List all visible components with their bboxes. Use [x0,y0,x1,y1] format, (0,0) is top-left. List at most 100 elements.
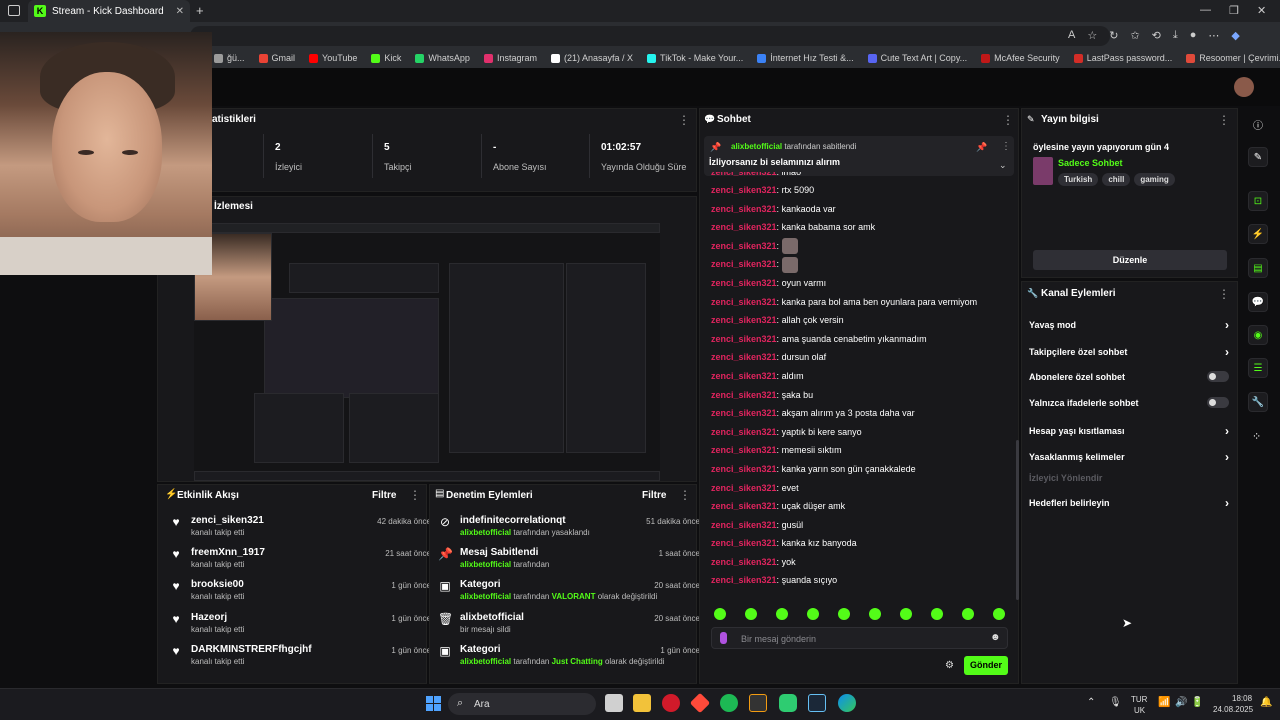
chat-message[interactable]: zenci_siken321: şuanda sıçıyo [711,571,1011,590]
language-top[interactable]: TUR [1131,695,1147,704]
moderation-item[interactable]: ▣ Kategori alixbetofficial tarafından VALO… [438,579,700,601]
more-icon[interactable]: ⋯ [1208,29,1219,42]
emote-icon[interactable] [807,608,819,620]
emote-icon[interactable] [838,608,850,620]
stream-preview[interactable] [194,223,660,481]
bookmark-item[interactable]: Resoomer | Çevrimi... [1186,53,1280,63]
chat-username[interactable]: zenci_siken321 [711,315,777,325]
wifi-icon[interactable]: 📶 [1158,697,1170,708]
spotify-icon[interactable] [720,694,738,712]
chat-message[interactable]: zenci_siken321: uçak düşer amk [711,497,1011,516]
chat-message[interactable]: zenci_siken321: gusül [711,516,1011,535]
sidebar-moderation-icon[interactable]: ⊡ [1248,191,1268,211]
chat-message[interactable]: zenci_siken321: lmao [711,172,1011,181]
chat-scrollbar[interactable] [1016,440,1019,600]
bookmark-item[interactable]: LastPass password... [1073,53,1172,63]
favorites-icon[interactable]: ✩ [1130,29,1139,42]
activity-item[interactable]: ♥ Hazeorj kanalı takip etti 1 gün önce [169,612,431,634]
chat-message[interactable]: zenci_siken321: kanka kız banyoda [711,534,1011,553]
activity-item[interactable]: ♥ zenci_siken321 kanalı takip etti 42 dakik… [169,515,431,537]
tab-kick-dashboard[interactable]: K Stream - Kick Dashboard ✕ [28,0,190,22]
bookmark-item[interactable]: Gmail [258,53,295,63]
chat-message[interactable]: zenci_siken321: [711,237,1011,256]
emote-icon[interactable] [745,608,757,620]
stream-tag[interactable]: Turkish [1058,173,1099,186]
steam-icon[interactable] [808,694,826,712]
taskbar-search[interactable] [448,693,596,715]
unpin-icon[interactable]: 📌 [976,142,987,153]
chat-message[interactable]: zenci_siken321: kankaoda var [711,200,1011,219]
stream-info-menu-icon[interactable]: ⋮ [1218,113,1230,127]
channel-action-item[interactable]: Yavaş mod › [1029,318,1229,332]
windows-start-icon[interactable] [426,696,441,711]
maximize-icon[interactable]: ❐ [1229,4,1239,17]
chat-username[interactable]: zenci_siken321 [711,204,777,214]
bookmark-item[interactable]: Cute Text Art | Copy... [867,53,967,63]
moderation-menu-icon[interactable]: ⋮ [679,488,691,502]
sidebar-document-icon[interactable]: ▤ [1248,258,1268,278]
bookmark-item[interactable]: Instagram [483,53,537,63]
chat-menu-icon[interactable]: ⋮ [1002,113,1014,127]
chat-username[interactable]: zenci_siken321 [711,297,777,307]
user-avatar[interactable] [1234,77,1254,97]
chat-username[interactable]: zenci_siken321 [711,278,777,288]
bookmark-item[interactable]: Kick [371,53,401,63]
tray-chevron-icon[interactable]: ⌃ [1087,697,1095,708]
clock-date[interactable]: 24.08.2025 [1213,705,1253,714]
activity-item[interactable]: ♥ freemXnn_1917 kanalı takip etti 21 saat ö… [169,547,431,569]
chat-username[interactable]: zenci_siken321 [711,445,777,455]
sidebar-wrench-icon[interactable]: 🔧 [1248,392,1268,412]
chat-username[interactable]: zenci_siken321 [711,408,777,418]
chat-message[interactable]: zenci_siken321: ama şuanda cenabetim yık… [711,330,1011,349]
download-icon[interactable]: ⤓ [1173,29,1178,42]
channel-action-item[interactable]: Yasaklanmış kelimeler › [1029,450,1229,464]
sidebar-broadcast-icon[interactable]: ◉ [1248,325,1268,345]
stream-tag[interactable]: chill [1102,173,1131,186]
chat-username[interactable]: zenci_siken321 [711,172,777,177]
chat-message[interactable]: zenci_siken321: kanka babama sor amk [711,218,1011,237]
chat-username[interactable]: zenci_siken321 [711,241,777,251]
chat-message[interactable]: zenci_siken321: kanka yarın son gün çana… [711,460,1011,479]
channel-action-item[interactable]: Takipçilere özel sohbet › [1029,345,1229,359]
activity-user[interactable]: brooksie00 [191,579,244,590]
chat-username[interactable]: zenci_siken321 [711,222,777,232]
channel-action-item[interactable]: Hesap yaşı kısıtlaması › [1029,424,1229,438]
toggle-switch[interactable] [1207,371,1229,382]
category-name[interactable]: Sadece Sohbet [1058,158,1123,168]
language-bottom[interactable]: UK [1134,706,1145,715]
bookmark-item[interactable]: TikTok - Make Your... [647,53,743,63]
pinned-menu-icon[interactable]: ⋮ [1001,141,1011,152]
tab-close-icon[interactable]: ✕ [176,6,184,17]
chat-username[interactable]: zenci_siken321 [711,464,777,474]
chat-username[interactable]: zenci_siken321 [711,390,777,400]
copilot-icon[interactable]: ◆ [1231,29,1239,42]
chat-message[interactable]: zenci_siken321: akşam alırım ya 3 posta … [711,404,1011,423]
moderation-actor[interactable]: alixbetofficial [460,528,511,537]
chat-message[interactable]: zenci_siken321: dursun olaf [711,348,1011,367]
activity-item[interactable]: ♥ DARKMINSTRERFfhgcjhf kanalı takip etti 1 … [169,644,431,666]
chat-username[interactable]: zenci_siken321 [711,538,777,548]
chat-username[interactable]: zenci_siken321 [711,185,777,195]
emote-icon[interactable] [714,608,726,620]
edit-icon[interactable]: ✎ [1248,147,1268,167]
chat-username[interactable]: zenci_siken321 [711,575,777,585]
moderation-actor[interactable]: alixbetofficial [460,657,511,666]
moderation-subject[interactable]: Kategori [460,644,665,655]
close-window-icon[interactable]: ✕ [1257,4,1266,17]
info-icon[interactable]: ⓘ [1248,114,1268,134]
chat-settings-icon[interactable]: ⚙ [945,660,954,671]
chat-message[interactable]: zenci_siken321: yaptık bi kere sanyo [711,423,1011,442]
chat-message[interactable]: zenci_siken321: memesii sıktım [711,441,1011,460]
sidebar-bolt-icon[interactable]: ⚡ [1248,224,1268,244]
moderation-category[interactable]: Just Chatting [552,657,603,666]
channel-actions-menu-icon[interactable]: ⋮ [1218,287,1230,301]
chat-username[interactable]: zenci_siken321 [711,483,777,493]
bookmark-item[interactable]: YouTube [309,53,357,63]
moderation-subject[interactable]: indefinitecorrelationqt [460,515,590,526]
send-button[interactable]: Gönder [964,656,1008,675]
stream-tag[interactable]: gaming [1134,173,1175,186]
read-aloud-icon[interactable]: A [1068,29,1075,42]
channel-action-item[interactable]: Yalnızca ifadelerle sohbet [1029,397,1229,408]
activity-filter-button[interactable]: Filtre [372,490,396,501]
edit-stream-button[interactable]: Düzenle [1033,250,1227,270]
